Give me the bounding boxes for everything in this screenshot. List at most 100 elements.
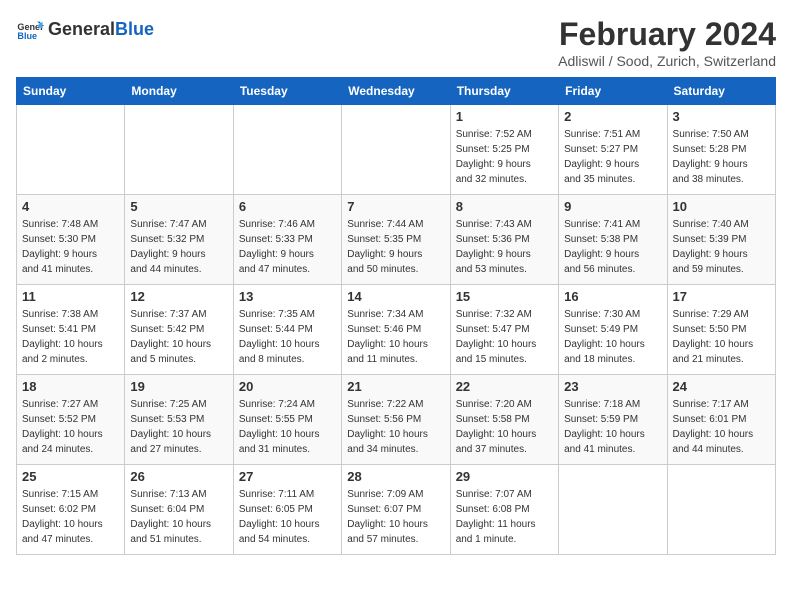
day-info: Sunrise: 7:52 AM Sunset: 5:25 PM Dayligh… (456, 127, 553, 187)
day-cell-16: 16 Sunrise: 7:30 AM Sunset: 5:49 PM Dayli… (559, 285, 667, 375)
day-info: Sunrise: 7:30 AM Sunset: 5:49 PM Dayligh… (564, 307, 661, 367)
day-info: Sunrise: 7:17 AM Sunset: 6:01 PM Dayligh… (673, 397, 770, 457)
page-header: General Blue GeneralBlue February 2024 A… (16, 16, 776, 69)
day-number: 14 (347, 289, 444, 304)
day-info: Sunrise: 7:43 AM Sunset: 5:36 PM Dayligh… (456, 217, 553, 277)
day-number: 13 (239, 289, 336, 304)
day-number: 29 (456, 469, 553, 484)
month-title: February 2024 (558, 16, 776, 53)
day-number: 23 (564, 379, 661, 394)
day-number: 1 (456, 109, 553, 124)
day-info: Sunrise: 7:20 AM Sunset: 5:58 PM Dayligh… (456, 397, 553, 457)
header-monday: Monday (125, 78, 233, 105)
day-info: Sunrise: 7:15 AM Sunset: 6:02 PM Dayligh… (22, 487, 119, 547)
day-info: Sunrise: 7:50 AM Sunset: 5:28 PM Dayligh… (673, 127, 770, 187)
day-cell-26: 26 Sunrise: 7:13 AM Sunset: 6:04 PM Dayli… (125, 465, 233, 555)
day-info: Sunrise: 7:09 AM Sunset: 6:07 PM Dayligh… (347, 487, 444, 547)
day-cell-5: 5Sunrise: 7:47 AM Sunset: 5:32 PM Daylig… (125, 195, 233, 285)
svg-text:Blue: Blue (17, 31, 37, 41)
header-saturday: Saturday (667, 78, 775, 105)
logo-general-text: General (48, 19, 115, 39)
day-number: 10 (673, 199, 770, 214)
day-cell-4: 4 Sunrise: 7:48 AM Sunset: 5:30 PM Daylig… (17, 195, 125, 285)
day-cell-28: 28 Sunrise: 7:09 AM Sunset: 6:07 PM Dayli… (342, 465, 450, 555)
day-info: Sunrise: 7:46 AM Sunset: 5:33 PM Dayligh… (239, 217, 336, 277)
day-number: 22 (456, 379, 553, 394)
day-info: Sunrise: 7:13 AM Sunset: 6:04 PM Dayligh… (130, 487, 227, 547)
week-row-4: 25 Sunrise: 7:15 AM Sunset: 6:02 PM Dayli… (17, 465, 776, 555)
day-number: 15 (456, 289, 553, 304)
day-info: Sunrise: 7:07 AM Sunset: 6:08 PM Dayligh… (456, 487, 553, 547)
day-info: Sunrise: 7:38 AM Sunset: 5:41 PM Dayligh… (22, 307, 119, 367)
day-number: 5 (130, 199, 227, 214)
day-info: Sunrise: 7:22 AM Sunset: 5:56 PM Dayligh… (347, 397, 444, 457)
day-number: 2 (564, 109, 661, 124)
week-row-2: 11 Sunrise: 7:38 AM Sunset: 5:41 PM Dayli… (17, 285, 776, 375)
day-info: Sunrise: 7:29 AM Sunset: 5:50 PM Dayligh… (673, 307, 770, 367)
location-subtitle: Adliswil / Sood, Zurich, Switzerland (558, 53, 776, 69)
day-cell-17: 17 Sunrise: 7:29 AM Sunset: 5:50 PM Dayli… (667, 285, 775, 375)
day-cell-15: 15Sunrise: 7:32 AM Sunset: 5:47 PM Dayli… (450, 285, 558, 375)
day-number: 20 (239, 379, 336, 394)
calendar-table: SundayMondayTuesdayWednesdayThursdayFrid… (16, 77, 776, 555)
day-number: 7 (347, 199, 444, 214)
day-cell-23: 23Sunrise: 7:18 AM Sunset: 5:59 PM Dayli… (559, 375, 667, 465)
day-cell-14: 14Sunrise: 7:34 AM Sunset: 5:46 PM Dayli… (342, 285, 450, 375)
day-info: Sunrise: 7:35 AM Sunset: 5:44 PM Dayligh… (239, 307, 336, 367)
day-cell-1: 1 Sunrise: 7:52 AM Sunset: 5:25 PM Daylig… (450, 105, 558, 195)
day-cell-8: 8 Sunrise: 7:43 AM Sunset: 5:36 PM Daylig… (450, 195, 558, 285)
header-tuesday: Tuesday (233, 78, 341, 105)
day-cell-11: 11 Sunrise: 7:38 AM Sunset: 5:41 PM Dayli… (17, 285, 125, 375)
day-info: Sunrise: 7:24 AM Sunset: 5:55 PM Dayligh… (239, 397, 336, 457)
empty-cell (233, 105, 341, 195)
day-number: 21 (347, 379, 444, 394)
day-info: Sunrise: 7:48 AM Sunset: 5:30 PM Dayligh… (22, 217, 119, 277)
day-cell-29: 29 Sunrise: 7:07 AM Sunset: 6:08 PM Dayli… (450, 465, 558, 555)
empty-cell (342, 105, 450, 195)
day-info: Sunrise: 7:44 AM Sunset: 5:35 PM Dayligh… (347, 217, 444, 277)
day-number: 24 (673, 379, 770, 394)
day-cell-22: 22 Sunrise: 7:20 AM Sunset: 5:58 PM Dayli… (450, 375, 558, 465)
day-number: 18 (22, 379, 119, 394)
day-cell-3: 3 Sunrise: 7:50 AM Sunset: 5:28 PM Daylig… (667, 105, 775, 195)
week-row-1: 4 Sunrise: 7:48 AM Sunset: 5:30 PM Daylig… (17, 195, 776, 285)
day-cell-19: 19 Sunrise: 7:25 AM Sunset: 5:53 PM Dayli… (125, 375, 233, 465)
calendar-header-row: SundayMondayTuesdayWednesdayThursdayFrid… (17, 78, 776, 105)
day-cell-10: 10 Sunrise: 7:40 AM Sunset: 5:39 PM Dayli… (667, 195, 775, 285)
day-cell-2: 2Sunrise: 7:51 AM Sunset: 5:27 PM Daylig… (559, 105, 667, 195)
header-wednesday: Wednesday (342, 78, 450, 105)
logo-icon: General Blue (16, 16, 44, 44)
week-row-0: 1 Sunrise: 7:52 AM Sunset: 5:25 PM Daylig… (17, 105, 776, 195)
day-cell-7: 7 Sunrise: 7:44 AM Sunset: 5:35 PM Daylig… (342, 195, 450, 285)
day-number: 19 (130, 379, 227, 394)
day-cell-12: 12 Sunrise: 7:37 AM Sunset: 5:42 PM Dayli… (125, 285, 233, 375)
day-number: 3 (673, 109, 770, 124)
day-number: 26 (130, 469, 227, 484)
day-info: Sunrise: 7:40 AM Sunset: 5:39 PM Dayligh… (673, 217, 770, 277)
day-number: 25 (22, 469, 119, 484)
day-cell-25: 25 Sunrise: 7:15 AM Sunset: 6:02 PM Dayli… (17, 465, 125, 555)
header-thursday: Thursday (450, 78, 558, 105)
day-number: 8 (456, 199, 553, 214)
title-block: February 2024 Adliswil / Sood, Zurich, S… (558, 16, 776, 69)
header-sunday: Sunday (17, 78, 125, 105)
empty-cell (17, 105, 125, 195)
day-cell-24: 24 Sunrise: 7:17 AM Sunset: 6:01 PM Dayli… (667, 375, 775, 465)
header-friday: Friday (559, 78, 667, 105)
logo: General Blue GeneralBlue (16, 16, 154, 44)
day-info: Sunrise: 7:37 AM Sunset: 5:42 PM Dayligh… (130, 307, 227, 367)
empty-cell (559, 465, 667, 555)
day-number: 17 (673, 289, 770, 304)
day-info: Sunrise: 7:41 AM Sunset: 5:38 PM Dayligh… (564, 217, 661, 277)
day-number: 6 (239, 199, 336, 214)
day-info: Sunrise: 7:25 AM Sunset: 5:53 PM Dayligh… (130, 397, 227, 457)
day-info: Sunrise: 7:27 AM Sunset: 5:52 PM Dayligh… (22, 397, 119, 457)
day-number: 28 (347, 469, 444, 484)
empty-cell (667, 465, 775, 555)
day-number: 16 (564, 289, 661, 304)
day-number: 11 (22, 289, 119, 304)
day-number: 4 (22, 199, 119, 214)
logo-blue-text: Blue (115, 19, 154, 39)
day-number: 12 (130, 289, 227, 304)
week-row-3: 18 Sunrise: 7:27 AM Sunset: 5:52 PM Dayli… (17, 375, 776, 465)
